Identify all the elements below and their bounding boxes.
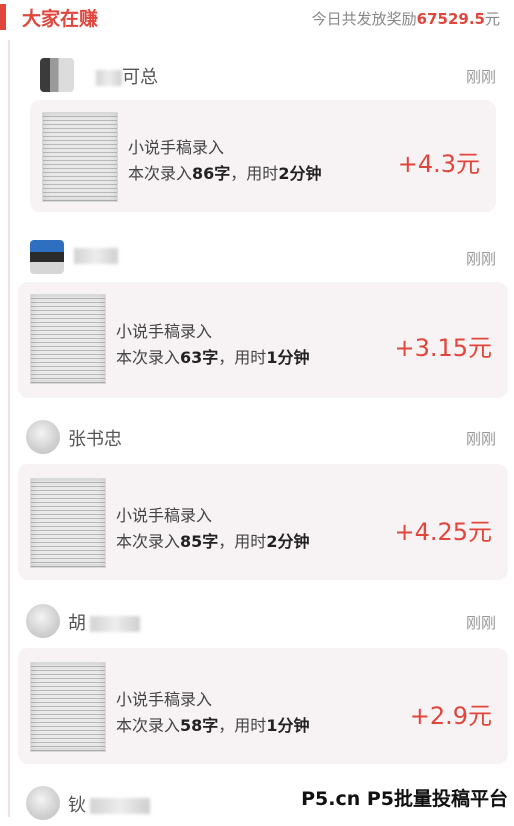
total-suffix: 元 <box>484 10 500 28</box>
task-detail: 本次录入58字，用时1分钟 <box>116 716 310 735</box>
reward-amount: +2.9元 <box>409 702 492 730</box>
manuscript-thumbnail <box>42 112 118 202</box>
reward-amount: +4.25元 <box>394 518 492 546</box>
time-label: 刚刚 <box>465 430 496 448</box>
total-amount: 67529.5 <box>416 10 485 28</box>
task-detail: 本次录入86字，用时2分钟 <box>128 164 322 183</box>
reward-card[interactable]: 小说手稿录入 本次录入86字，用时2分钟 +4.3元 <box>30 100 496 212</box>
username: 张书忠 <box>68 429 122 450</box>
manuscript-thumbnail <box>30 294 106 384</box>
manuscript-thumbnail <box>30 662 106 752</box>
accent-bar <box>0 4 6 30</box>
user-row: 刚刚 <box>0 236 514 280</box>
blurred-name <box>90 798 150 814</box>
total-rewards: 今日共发放奖励67529.5元 <box>312 8 500 29</box>
total-prefix: 今日共发放奖励 <box>311 10 417 28</box>
avatar[interactable] <box>26 604 60 638</box>
section-title: 大家在赚 <box>22 8 99 30</box>
reward-card[interactable]: 小说手稿录入 本次录入58字，用时1分钟 +2.9元 <box>18 648 508 764</box>
reward-amount: +4.3元 <box>397 150 480 178</box>
time-label: 刚刚 <box>465 250 496 268</box>
task-name: 小说手稿录入 <box>116 322 213 341</box>
avatar[interactable] <box>30 240 64 274</box>
username <box>70 245 118 266</box>
time-label: 刚刚 <box>465 614 496 632</box>
manuscript-thumbnail <box>30 478 106 568</box>
user-row: 可总 刚刚 <box>0 54 514 98</box>
task-detail: 本次录入63字，用时1分钟 <box>116 348 310 367</box>
task-detail: 本次录入85字，用时2分钟 <box>116 532 310 551</box>
reward-card[interactable]: 小说手稿录入 本次录入85字，用时2分钟 +4.25元 <box>18 464 508 580</box>
blurred-name <box>74 248 118 264</box>
section-header: 大家在赚 今日共发放奖励67529.5元 <box>0 0 514 38</box>
blurred-name <box>96 70 122 86</box>
avatar[interactable] <box>26 786 60 820</box>
task-name: 小说手稿录入 <box>116 506 213 525</box>
task-name: 小说手稿录入 <box>116 690 213 709</box>
user-row: 胡 刚刚 <box>0 600 514 644</box>
username: 胡 <box>68 609 140 635</box>
user-row: 张书忠 刚刚 <box>0 416 514 460</box>
reward-amount: +3.15元 <box>394 334 492 362</box>
task-name: 小说手稿录入 <box>128 138 225 157</box>
username: 可总 <box>92 63 158 89</box>
reward-card[interactable]: 小说手稿录入 本次录入63字，用时1分钟 +3.15元 <box>18 282 508 398</box>
avatar[interactable] <box>26 420 60 454</box>
blurred-name <box>90 616 140 632</box>
time-label: 刚刚 <box>465 68 496 86</box>
watermark: P5.cn P5批量投稿平台 <box>301 784 508 811</box>
username: 钬 <box>68 791 150 817</box>
avatar[interactable] <box>40 58 74 92</box>
